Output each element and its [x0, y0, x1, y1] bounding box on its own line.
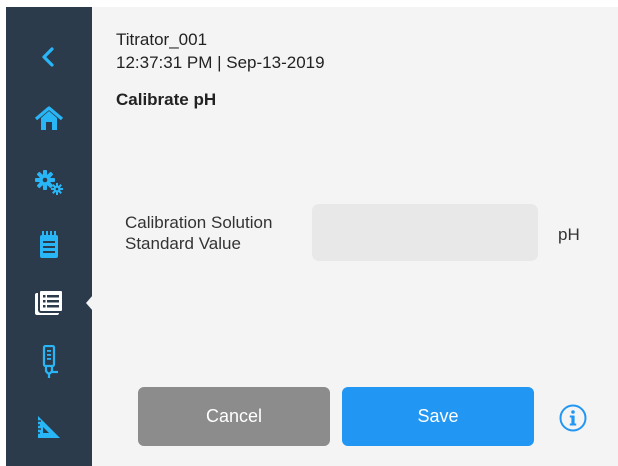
save-button[interactable]: Save	[342, 387, 534, 446]
device-name: Titrator_001	[116, 30, 208, 49]
settings-button[interactable]	[29, 162, 69, 202]
page-title: Calibrate pH	[116, 90, 217, 109]
calibration-value-label: Calibration Solution Standard Value	[125, 212, 272, 254]
label-line-1: Calibration Solution	[125, 213, 273, 232]
active-indicator	[86, 295, 93, 311]
info-icon	[559, 404, 587, 432]
settings-gears-icon	[35, 170, 63, 195]
sidebar	[6, 7, 93, 466]
home-button[interactable]	[29, 99, 69, 139]
calibration-button[interactable]	[29, 407, 69, 447]
info-button[interactable]	[559, 404, 587, 432]
electrode-button[interactable]	[29, 342, 69, 382]
label-line-2: Standard Value	[125, 234, 241, 253]
calibration-ruler-icon	[38, 416, 60, 438]
cancel-button[interactable]: Cancel	[138, 387, 330, 446]
home-icon	[34, 106, 64, 130]
timestamp: 12:37:31 PM | Sep-13-2019	[116, 53, 325, 72]
unit-label: pH	[558, 225, 580, 244]
back-arrow-icon	[42, 47, 54, 67]
notepad-icon	[40, 231, 58, 258]
method-list-button[interactable]	[29, 283, 69, 323]
calibration-value-input[interactable]	[312, 204, 538, 261]
method-list-icon	[35, 290, 63, 315]
notepad-button[interactable]	[29, 225, 69, 265]
electrode-icon	[42, 345, 58, 378]
back-button[interactable]	[29, 37, 69, 77]
